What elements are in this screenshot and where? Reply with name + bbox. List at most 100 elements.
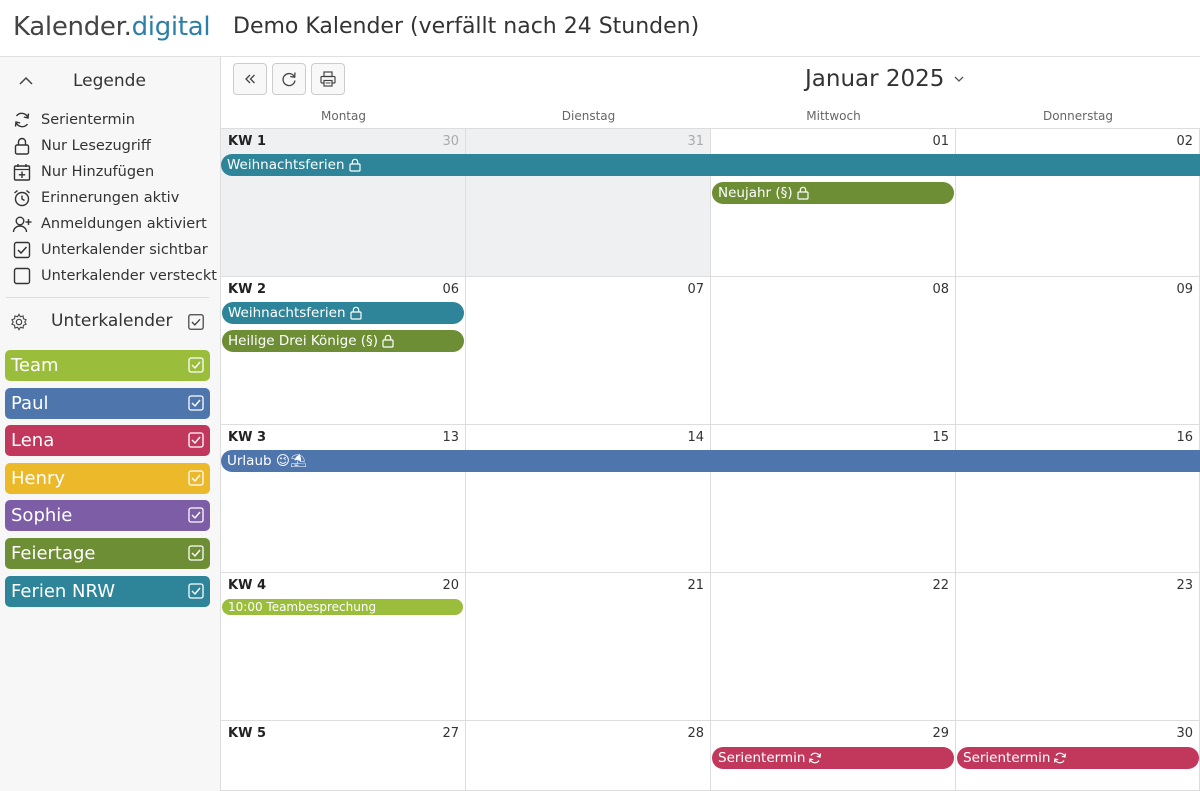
checkbox-checked-icon (12, 240, 32, 260)
checkbox-checked-icon[interactable] (188, 507, 204, 524)
legend-item-recurring: Serientermin (12, 107, 217, 133)
day-cell[interactable]: 15 (711, 425, 956, 573)
day-number: 31 (687, 134, 704, 149)
print-button[interactable] (311, 63, 345, 95)
event-serientermin[interactable]: Serientermin (957, 747, 1199, 769)
day-cell[interactable]: 28 (466, 721, 711, 791)
legend-label: Nur Lesezugriff (41, 138, 151, 154)
legend-item-readonly: Nur Lesezugriff (12, 133, 217, 159)
collapse-sidebar-button[interactable] (233, 63, 267, 95)
subcalendar-label: Team (11, 355, 59, 376)
app-logo[interactable]: Kalender.digital (13, 12, 211, 42)
day-number: 20 (442, 578, 459, 593)
subcalendar-lena[interactable]: Lena (5, 425, 210, 457)
day-cell[interactable]: KW 1 30 (221, 129, 466, 277)
day-number: 06 (442, 282, 459, 297)
subcalendar-ferien-nrw[interactable]: Ferien NRW (5, 575, 210, 607)
subcalendar-label: Lena (11, 430, 55, 452)
day-number: 13 (442, 430, 459, 445)
day-cell[interactable]: 23 (956, 573, 1200, 721)
gear-icon[interactable] (10, 313, 28, 331)
subcalendar-label: Paul (11, 392, 49, 414)
subcalendar-header: Unterkalender (0, 307, 221, 337)
week-number: KW 1 (228, 134, 266, 149)
recurring-icon (809, 752, 822, 764)
checkbox-checked-icon[interactable] (188, 394, 204, 411)
checkbox-checked-icon[interactable] (188, 357, 204, 373)
event-teambesprechung[interactable]: 10:00 Teambesprechung (222, 599, 463, 615)
day-cell[interactable]: 21 (466, 573, 711, 721)
lock-icon (348, 158, 361, 172)
add-calendar-icon (12, 162, 32, 182)
event-serientermin[interactable]: Serientermin (712, 747, 954, 769)
event-neujahr[interactable]: Neujahr (§) (712, 182, 954, 204)
event-title: Weihnachtsferien (227, 157, 345, 173)
day-cell[interactable]: 22 (711, 573, 956, 721)
legend-toggle[interactable]: Legende (0, 67, 221, 97)
legend-item-addonly: Nur Hinzufügen (12, 159, 217, 185)
event-weihnachtsferien[interactable]: Weihnachtsferien (221, 154, 1200, 176)
print-icon (320, 71, 336, 87)
day-cell[interactable]: KW 5 27 (221, 721, 466, 791)
day-number: 08 (932, 282, 949, 297)
select-all-checkbox-icon[interactable] (187, 313, 205, 331)
checkbox-checked-icon[interactable] (188, 432, 204, 448)
chevron-up-icon (19, 76, 33, 85)
week-number: KW 4 (228, 578, 266, 593)
event-title: Heilige Drei Könige (§) (228, 333, 379, 349)
day-number: 21 (687, 578, 704, 593)
add-user-icon (12, 214, 32, 234)
day-number: 01 (932, 134, 949, 149)
day-cell[interactable]: 14 (466, 425, 711, 573)
alarm-icon (12, 188, 32, 208)
day-number: 30 (1176, 726, 1193, 741)
subcalendar-label: Sophie (11, 505, 73, 527)
event-title: 10:00 Teambesprechung (228, 600, 377, 614)
day-cell[interactable]: 16 (956, 425, 1200, 573)
day-cell[interactable]: 02 (956, 129, 1200, 277)
legend-item-visible: Unterkalender sichtbar (12, 237, 217, 263)
day-number: 27 (442, 726, 459, 741)
subcalendar-henry[interactable]: Henry (5, 462, 210, 494)
day-number: 28 (687, 726, 704, 741)
event-weihnachtsferien[interactable]: Weihnachtsferien (222, 302, 464, 324)
legend-label: Erinnerungen aktiv (41, 190, 180, 206)
lock-icon (382, 334, 394, 348)
lock-icon (797, 186, 809, 200)
day-number: 30 (442, 134, 459, 149)
event-urlaub[interactable]: Urlaub 😉⛱ (221, 450, 1200, 472)
month-selector[interactable]: Januar 2025 (805, 66, 966, 92)
checkbox-checked-icon[interactable] (188, 545, 204, 561)
day-header-monday: Montag (221, 103, 466, 129)
subcalendar-team[interactable]: Team (5, 350, 210, 381)
day-cell[interactable]: 08 (711, 277, 956, 425)
event-title: Serientermin (718, 750, 806, 766)
day-cell[interactable]: 31 (466, 129, 711, 277)
checkbox-checked-icon[interactable] (188, 582, 204, 599)
week-number: KW 5 (228, 726, 266, 741)
month-grid: Montag Dienstag Mittwoch Donnerstag KW 1… (221, 103, 1200, 791)
month-label: Januar 2025 (805, 66, 945, 92)
day-header-tuesday: Dienstag (466, 103, 711, 129)
subcalendar-label: Feiertage (11, 542, 96, 564)
refresh-button[interactable] (272, 63, 306, 95)
toolbar: Januar 2025 (221, 57, 1200, 103)
event-heilige-drei-koenige[interactable]: Heilige Drei Könige (§) (222, 330, 464, 352)
day-cell[interactable]: KW 3 13 (221, 425, 466, 573)
subcalendar-title: Unterkalender (51, 311, 173, 331)
day-number: 22 (932, 578, 949, 593)
subcalendar-list: Team Paul Lena Henry Sophie Feiertage Fe… (5, 350, 210, 613)
day-number: 16 (1176, 430, 1193, 445)
subcalendar-sophie[interactable]: Sophie (5, 500, 210, 532)
day-cell[interactable]: 09 (956, 277, 1200, 425)
day-number: 09 (1176, 282, 1193, 297)
day-number: 15 (932, 430, 949, 445)
legend-title: Legende (73, 71, 146, 91)
day-cell[interactable]: 07 (466, 277, 711, 425)
checkbox-checked-icon[interactable] (188, 470, 204, 486)
day-number: 14 (687, 430, 704, 445)
day-cell[interactable]: KW 4 20 (221, 573, 466, 721)
subcalendar-feiertage[interactable]: Feiertage (5, 537, 210, 569)
subcalendar-paul[interactable]: Paul (5, 387, 210, 419)
legend-item-hidden: Unterkalender versteckt (12, 263, 217, 289)
